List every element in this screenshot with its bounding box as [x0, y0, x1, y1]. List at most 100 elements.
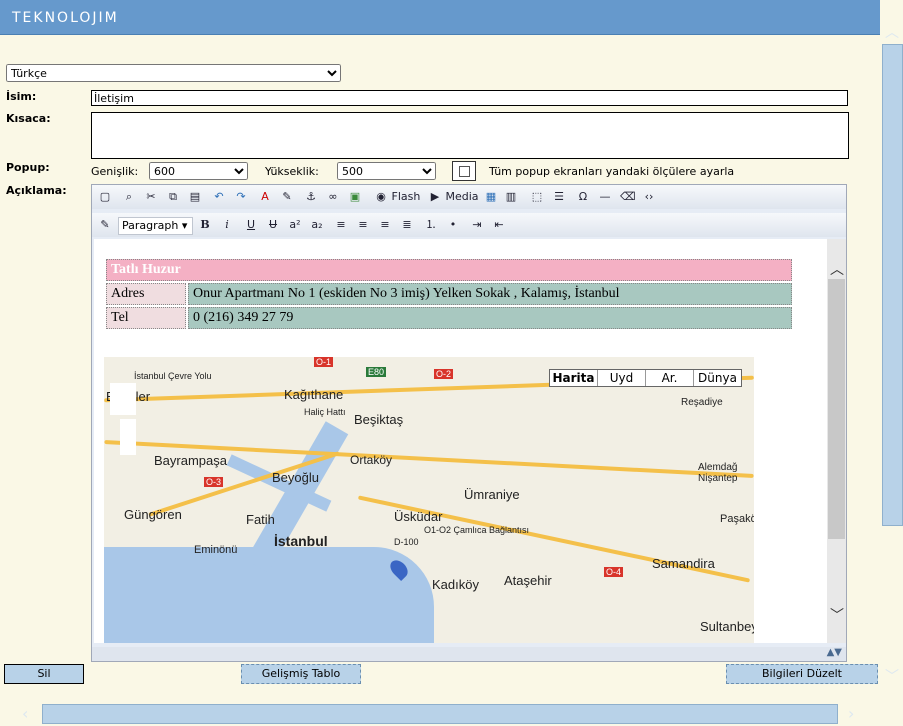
- scroll-thumb[interactable]: [882, 44, 903, 526]
- name-label: İsim:: [6, 90, 37, 103]
- page-vertical-scrollbar[interactable]: ︿ ﹀: [880, 0, 903, 700]
- short-textarea[interactable]: [91, 112, 849, 159]
- map-label: Fatih: [246, 512, 275, 527]
- media-button[interactable]: ▶ Media: [428, 189, 479, 205]
- scroll-left-icon[interactable]: ‹: [22, 704, 28, 723]
- flash-button[interactable]: ◉ Flash: [374, 189, 420, 205]
- underline-icon[interactable]: U: [244, 218, 258, 232]
- copy-icon[interactable]: ⧉: [166, 190, 180, 204]
- align-right-icon[interactable]: ≡: [378, 218, 392, 232]
- update-info-button[interactable]: Bilgileri Düzelt: [726, 664, 878, 684]
- outdent-icon[interactable]: ⇤: [492, 218, 506, 232]
- map-type-map[interactable]: Harita: [550, 370, 597, 386]
- map-label: Beşiktaş: [354, 412, 404, 427]
- bold-icon[interactable]: B: [198, 218, 212, 232]
- road-label: O-2: [434, 369, 454, 379]
- align-left-icon[interactable]: ≡: [334, 218, 348, 232]
- source-icon[interactable]: ▢: [98, 190, 112, 204]
- delete-button[interactable]: Sil: [4, 664, 84, 684]
- table-icon[interactable]: ▦: [484, 190, 498, 204]
- app-logo: TEKNOLOJIM: [12, 10, 119, 26]
- map-type-earth[interactable]: Dünya: [693, 370, 741, 386]
- map-label: Üsküdar: [394, 509, 443, 524]
- styles-icon[interactable]: ✎: [98, 218, 112, 232]
- road-label: D-100: [394, 537, 419, 547]
- map-label: Reşadiye: [681, 397, 723, 408]
- strike-icon[interactable]: U: [266, 218, 280, 232]
- bullet-list-icon[interactable]: •: [446, 218, 460, 232]
- editor-scroll-up-icon[interactable]: ︿: [830, 259, 844, 279]
- address-value-cell: Onur Apartmanı No 1 (eskiden No 3 imiş) …: [188, 283, 792, 305]
- road-label: E80: [366, 367, 387, 377]
- bg-color-icon[interactable]: ✎: [280, 190, 294, 204]
- justify-icon[interactable]: ≣: [400, 218, 414, 232]
- language-select[interactable]: Türkçe: [6, 64, 341, 82]
- show-blocks-icon[interactable]: ⬚: [530, 190, 544, 204]
- remove-format-icon[interactable]: ⌫: [620, 190, 636, 204]
- rich-text-editor[interactable]: ▢ ⌕ ✂ ⧉ ▤ ↶ ↷ A ✎ ⚓ ∞ ▣ ◉ Flash ▶ Media …: [91, 184, 847, 662]
- hscroll-thumb[interactable]: [42, 704, 838, 724]
- road-label: O-3: [204, 477, 224, 487]
- cut-icon[interactable]: ✂: [144, 190, 158, 204]
- editor-toolbar-top: ▢ ⌕ ✂ ⧉ ▤ ↶ ↷ A ✎ ⚓ ∞ ▣ ◉ Flash ▶ Media …: [92, 185, 846, 209]
- scroll-up-icon[interactable]: ︿: [885, 22, 899, 42]
- editor-scroll-thumb[interactable]: [828, 279, 845, 539]
- italic-icon[interactable]: i: [220, 218, 234, 232]
- height-label: Yükseklik:: [265, 165, 319, 178]
- scroll-down-icon[interactable]: ﹀: [885, 666, 899, 686]
- editor-scrollbar[interactable]: ︿ ﹀: [827, 239, 846, 643]
- road-label: O-1: [314, 357, 334, 367]
- apply-all-label: Tüm popup ekranları yandaki ölçülere aya…: [489, 165, 735, 178]
- link-icon[interactable]: ∞: [326, 190, 340, 204]
- paste-icon[interactable]: ▤: [188, 190, 202, 204]
- zoom-slider[interactable]: [120, 419, 136, 455]
- anchor-icon[interactable]: ⚓: [304, 190, 318, 204]
- page-break-icon[interactable]: ☰: [552, 190, 566, 204]
- superscript-icon[interactable]: a²: [288, 218, 302, 232]
- width-select[interactable]: 600: [149, 162, 248, 180]
- advanced-table-button[interactable]: Gelişmiş Tablo: [241, 664, 361, 684]
- special-char-icon[interactable]: Ω: [576, 190, 590, 204]
- editor-content[interactable]: Tatlı Huzur Adres Onur Apartmanı No 1 (e…: [94, 239, 827, 643]
- map-label: Ataşehir: [504, 573, 552, 588]
- apply-all-checkbox[interactable]: [452, 161, 476, 181]
- map-label: Sultanbey: [700, 619, 754, 634]
- map-type-satellite[interactable]: Uyd: [597, 370, 645, 386]
- subscript-icon[interactable]: a₂: [310, 218, 324, 232]
- popup-label: Popup:: [6, 161, 50, 174]
- undo-icon[interactable]: ↶: [212, 190, 226, 204]
- name-input[interactable]: [91, 90, 848, 106]
- editor-scroll-down-icon[interactable]: ﹀: [830, 605, 844, 625]
- road-label: İstanbul Çevre Yolu: [134, 371, 212, 381]
- map-label: Beyoğlu: [272, 470, 319, 485]
- map-label: Ortaköy: [350, 453, 393, 467]
- resize-icon[interactable]: ▲▼: [827, 647, 842, 658]
- map-label: Alemdağ Nişantep: [698, 462, 738, 484]
- contact-table: Tatlı Huzur Adres Onur Apartmanı No 1 (e…: [104, 257, 794, 331]
- align-center-icon[interactable]: ≡: [356, 218, 370, 232]
- find-icon[interactable]: ⌕: [122, 190, 136, 204]
- font-color-icon[interactable]: A: [258, 190, 272, 204]
- map-label: Eminönü: [194, 544, 238, 556]
- road-label: O-4: [604, 567, 624, 577]
- road-label: O1-O2 Çamlıca Bağlantısı: [424, 525, 530, 535]
- map-type-terrain[interactable]: Ar.: [645, 370, 693, 386]
- zoom-in-control[interactable]: [110, 383, 136, 415]
- embedded-map[interactable]: Esenler Kağıthane Beşiktaş Reşadiye Bayr…: [104, 357, 754, 643]
- image-icon[interactable]: ▣: [348, 190, 362, 204]
- paragraph-format-select[interactable]: Paragraph ▾: [118, 217, 193, 235]
- numbered-list-icon[interactable]: ⒈: [424, 218, 438, 232]
- height-select[interactable]: 500: [337, 162, 436, 180]
- map-label: Kağıthane: [284, 387, 344, 402]
- map-type-control[interactable]: Harita Uyd Ar. Dünya: [549, 369, 742, 387]
- table-props-icon[interactable]: ▥: [504, 190, 518, 204]
- page-horizontal-scrollbar[interactable]: ‹ ›: [0, 700, 880, 726]
- indent-icon[interactable]: ⇥: [470, 218, 484, 232]
- horizontal-rule-icon[interactable]: —: [598, 190, 612, 204]
- tel-label-cell: Tel: [106, 307, 186, 329]
- scroll-right-icon[interactable]: ›: [848, 704, 854, 723]
- redo-icon[interactable]: ↷: [234, 190, 248, 204]
- width-label: Genişlik:: [91, 165, 139, 178]
- code-icon[interactable]: ‹›: [642, 190, 656, 204]
- short-label: Kısaca:: [6, 112, 51, 125]
